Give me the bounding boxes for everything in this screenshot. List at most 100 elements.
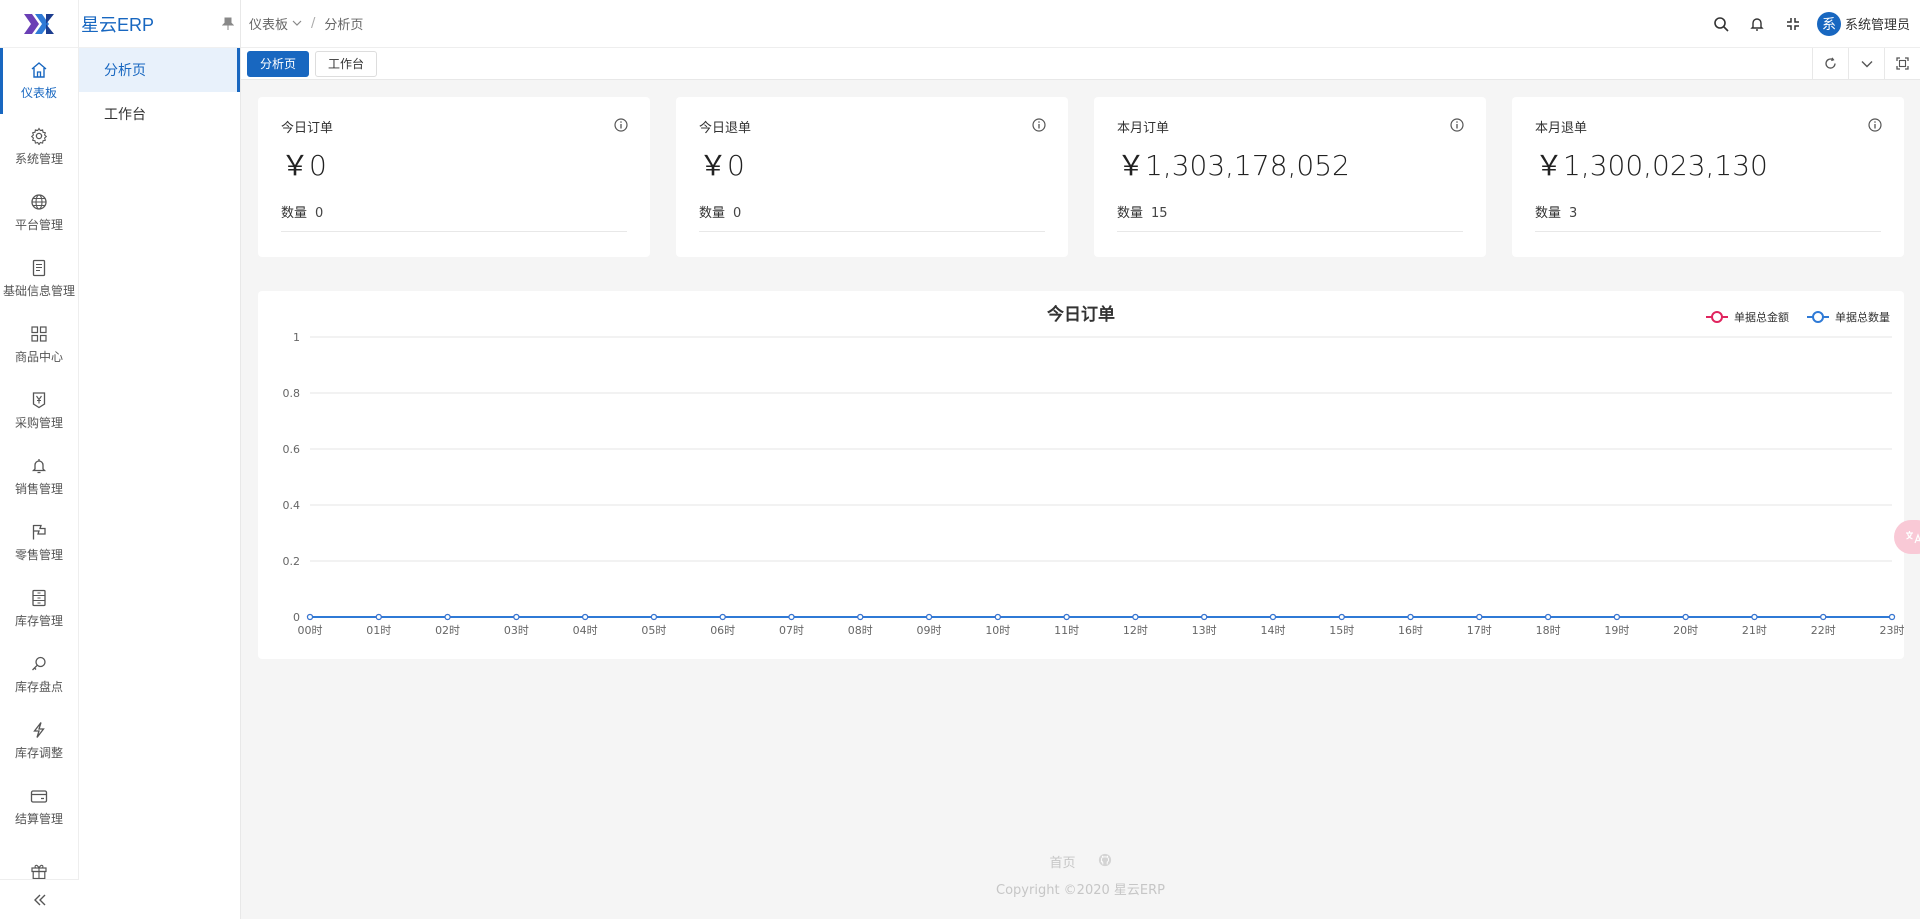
x-tick-label: 15时 [1329,624,1354,637]
icon-rail: 仪表板系统管理 平台管理基础信息管理商品中心采购管理销售管理零售管理库存管理库存盘… [0,0,79,919]
breadcrumb-item-dashboard[interactable]: 仪表板 [249,14,288,33]
submenu-panel: 星云ERP 分析页 工作台 [79,0,241,919]
data-point [719,613,726,621]
copyright: Copyright ©2020 星云ERP [996,883,1165,898]
x-tick-label: 19时 [1604,624,1629,637]
card-footer-label: 数量 [1117,206,1144,221]
tab-list: 分析页 工作台 [247,50,383,77]
bolt-icon [33,722,45,738]
top-header: 仪表板 / 分析页 系 系统管理员 [241,0,1920,48]
tabs-dropdown-button[interactable] [1848,47,1884,80]
x-tick-label: 09时 [917,624,942,637]
data-point [1888,613,1896,621]
x-tick-label: 16时 [1398,624,1423,637]
maximize-icon [1896,57,1909,70]
data-point [513,613,520,621]
line-chart: 今日订单 0 0.2 0.4 0.6 0.8 1 00时 01时 02时 03时 04时 05时 06时 0… [283,304,1905,637]
maximize-button[interactable] [1884,47,1920,80]
rail-item-2[interactable]: 系统管理 [0,114,78,180]
data-point [1201,613,1208,621]
refresh-button[interactable] [1812,47,1848,80]
x-tick-label: 20时 [1673,624,1698,637]
submenu-list: 分析页 工作台 [79,48,240,136]
rail-item-3[interactable]: 平台管理 [0,180,78,246]
translate-icon [1906,531,1920,544]
double-chevron-left-icon [33,894,45,905]
rail-item-9[interactable]: 库存管理 [0,576,78,642]
submenu-item-2[interactable]: 工作台 [79,92,240,136]
wallet-icon [30,790,48,803]
tab-2[interactable]: 工作台 [315,50,378,77]
y-tick-label: 0.8 [283,387,301,400]
data-point [1132,613,1139,621]
stat-card: 本月退单 ￥1,300,023,130 数量 3 [1512,97,1904,257]
rail-item-7[interactable]: 销售管理 [0,444,78,510]
archive-icon [32,589,46,607]
chevron-down-icon[interactable] [292,16,302,31]
x-tick-label: 17时 [1467,624,1492,637]
gift-icon [31,864,47,879]
rail-item-4[interactable]: 基础信息管理 [0,246,78,312]
yen-tag-icon [32,392,46,409]
x-tick-label: 07时 [779,624,804,637]
rail-item-13[interactable] [0,840,78,879]
user-name: 系统管理员 [1844,18,1910,33]
footer-home-link[interactable]: 首页 [1049,852,1075,871]
x-tick-label: 10时 [985,624,1010,637]
data-point [788,613,795,621]
translate-float-button[interactable] [1894,520,1920,554]
y-tick-label: 0.4 [283,499,301,512]
rail-item-label: 零售管理 [14,548,63,562]
info-icon[interactable] [1868,118,1882,136]
collapse-menu-button[interactable] [0,879,79,919]
legend-marker [1812,311,1824,323]
rail-item-10[interactable]: 库存盘点 [0,642,78,708]
flag-icon [32,524,46,540]
card-footer-value: 3 [1569,206,1578,221]
rail-item-label: 结算管理 [14,812,63,826]
info-icon[interactable] [614,118,628,136]
fullscreen-icon[interactable] [1775,6,1811,42]
rail-item-6[interactable]: 采购管理 [0,378,78,444]
github-icon[interactable] [1098,853,1112,871]
brand-name[interactable]: 星云ERP [81,11,154,37]
rail-item-label: 库存调整 [14,746,63,760]
card-footer: 数量 0 [281,202,627,232]
user-menu[interactable]: 系 系统管理员 [1816,11,1910,36]
info-icon[interactable] [1032,118,1046,136]
card-footer-label: 数量 [281,206,308,221]
logo[interactable] [0,0,78,48]
pin-icon[interactable] [221,17,235,35]
rail-item-12[interactable]: 结算管理 [0,774,78,840]
rail-item-label: 采购管理 [14,416,63,430]
bell-icon[interactable] [1739,6,1775,42]
data-point [1063,613,1070,621]
breadcrumb: 仪表板 / 分析页 [249,14,363,33]
data-point [1338,613,1345,621]
y-tick-label: 1 [293,331,300,344]
submenu-header: 星云ERP [79,0,240,48]
grid-icon [31,326,47,342]
rail-item-8[interactable]: 零售管理 [0,510,78,576]
data-point [375,613,382,621]
chart-panel: 今日订单 0 0.2 0.4 0.6 0.8 1 00时 01时 02时 03时 04时 05时 06时 0… [258,291,1904,659]
rail-item-1[interactable]: 仪表板 [0,48,78,114]
rail-item-5[interactable]: 商品中心 [0,312,78,378]
submenu-item-1[interactable]: 分析页 [79,48,240,92]
rail-item-label: 基础信息管理 [2,284,75,298]
card-value: ￥1,300,023,130 [1535,149,1768,182]
rail-item-11[interactable]: 库存调整 [0,708,78,774]
data-point [1751,613,1758,621]
search-icon[interactable] [1703,6,1739,42]
data-point [1407,613,1414,621]
rail-item-label: 仪表板 [20,86,57,100]
rail-item-label: 库存盘点 [14,680,63,694]
data-point [582,613,589,621]
legend-marker [1711,311,1723,323]
tab-1[interactable]: 分析页 [247,50,310,77]
card-footer-value: 0 [315,206,324,221]
legend-label: 单据总数量 [1835,310,1890,324]
info-icon[interactable] [1450,118,1464,136]
data-point [1682,613,1689,621]
x-tick-label: 00时 [298,624,323,637]
